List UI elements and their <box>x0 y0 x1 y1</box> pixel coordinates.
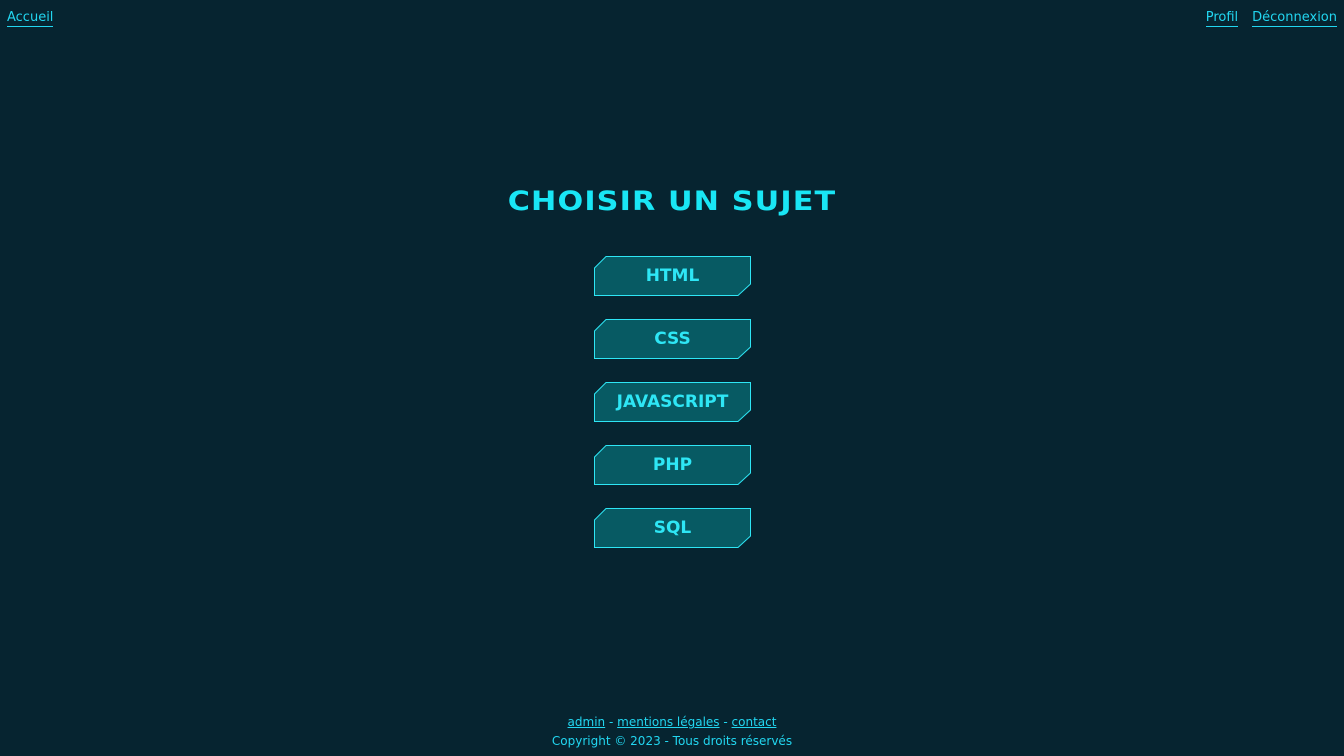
nav-profile-link[interactable]: Profil <box>1205 10 1239 27</box>
subject-button-css[interactable]: CSS <box>594 319 751 359</box>
subject-label: HTML <box>645 266 700 286</box>
subject-button-php[interactable]: PHP <box>594 445 751 485</box>
subject-label: PHP <box>652 455 693 475</box>
subject-button-javascript[interactable]: JAVASCRIPT <box>594 382 751 422</box>
subject-label: SQL <box>653 518 692 538</box>
footer-admin-link[interactable]: admin <box>568 715 606 729</box>
subject-label: CSS <box>654 329 691 349</box>
footer-legal-link[interactable]: mentions légales <box>617 715 719 729</box>
subject-button-html[interactable]: HTML <box>594 256 751 296</box>
page: Accueil Profil Déconnexion CHOISIR UN SU… <box>0 0 1344 756</box>
footer: admin - mentions légales - contact Copyr… <box>0 714 1344 751</box>
nav-home-link[interactable]: Accueil <box>7 10 54 27</box>
footer-links: admin - mentions légales - contact <box>0 714 1344 731</box>
subject-button-sql[interactable]: SQL <box>594 508 751 548</box>
footer-separator: - <box>608 715 614 729</box>
subject-label: JAVASCRIPT <box>616 392 729 412</box>
nav-logout-link[interactable]: Déconnexion <box>1252 10 1337 27</box>
footer-separator: - <box>723 715 728 729</box>
footer-contact-link[interactable]: contact <box>732 715 777 729</box>
copyright-text: Copyright © 2023 - Tous droits réservés <box>551 734 793 748</box>
subject-list: HTML CSS JAVASCRIPT PHP SQL <box>594 256 751 571</box>
page-title: CHOISIR UN SUJET <box>507 186 837 217</box>
nav-right: Profil Déconnexion <box>1205 10 1337 27</box>
